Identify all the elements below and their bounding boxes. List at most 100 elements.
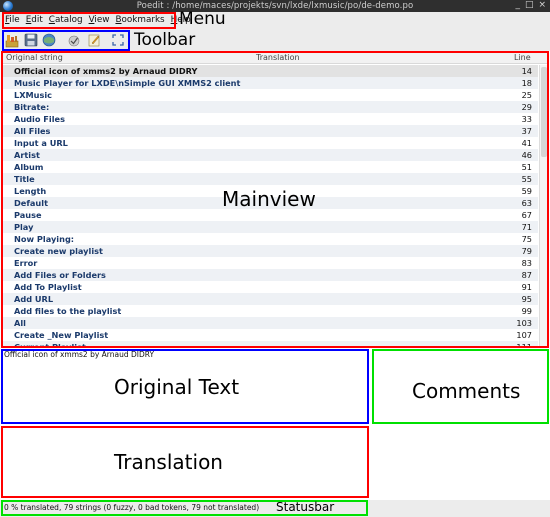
column-translation[interactable]: Translation bbox=[256, 53, 300, 62]
row-original-string: Default bbox=[14, 198, 48, 208]
table-row[interactable]: Create _New Playlist 107 bbox=[2, 329, 538, 341]
menu-label-rest: ookmarks bbox=[121, 15, 165, 25]
save-icon[interactable] bbox=[23, 32, 39, 48]
original-text-content: Official icon of xmms2 by Arnaud DIDRY bbox=[4, 350, 155, 359]
row-line-number: 46 bbox=[521, 150, 532, 160]
row-original-string: Create new playlist bbox=[14, 246, 103, 256]
menu-annotation-label: Menu bbox=[179, 9, 226, 29]
row-original-string: Add files to the playlist bbox=[14, 306, 122, 316]
validate-icon[interactable] bbox=[66, 32, 82, 48]
menu-label-rest: ile bbox=[9, 15, 20, 25]
scrollbar-thumb[interactable] bbox=[541, 67, 547, 157]
row-line-number: 91 bbox=[521, 282, 532, 292]
toolbar-annotation-label: Toolbar bbox=[134, 30, 196, 50]
table-row[interactable]: Current Playlist 111 bbox=[2, 341, 538, 346]
menu-items: File Edit Catalog View Bookmarks Help bbox=[2, 14, 194, 27]
table-row[interactable]: Bitrate: 29 bbox=[2, 101, 538, 113]
toolbar bbox=[0, 29, 550, 51]
minimize-button[interactable]: _ bbox=[515, 0, 520, 10]
row-original-string: LXMusic bbox=[14, 90, 53, 100]
row-line-number: 87 bbox=[521, 270, 532, 280]
row-original-string: Official icon of xmms2 by Arnaud DIDRY bbox=[14, 66, 198, 76]
original-text-annotation-label: Original Text bbox=[114, 375, 240, 399]
list-scrollbar[interactable] bbox=[539, 65, 548, 346]
row-original-string: All bbox=[14, 318, 26, 328]
row-line-number: 79 bbox=[521, 246, 532, 256]
row-line-number: 25 bbox=[521, 90, 532, 100]
row-original-string: Audio Files bbox=[14, 114, 65, 124]
menu-label-rest: atalog bbox=[54, 15, 83, 25]
table-row[interactable]: Add files to the playlist 99 bbox=[2, 305, 538, 317]
row-original-string: Input a URL bbox=[14, 138, 68, 148]
row-original-string: Error bbox=[14, 258, 38, 268]
table-row[interactable]: Add URL 95 bbox=[2, 293, 538, 305]
table-row[interactable]: Now Playing: 75 bbox=[2, 233, 538, 245]
column-original-string[interactable]: Original string bbox=[6, 53, 63, 62]
row-line-number: 99 bbox=[521, 306, 532, 316]
row-original-string: Length bbox=[14, 186, 47, 196]
menu-bar: File Edit Catalog View Bookmarks Help bbox=[0, 12, 550, 29]
table-row[interactable]: LXMusic 25 bbox=[2, 89, 538, 101]
menu-bookmarks[interactable]: Bookmarks bbox=[112, 14, 167, 27]
table-row[interactable]: Music Player for LXDE\nSimple GUI XMMS2 … bbox=[2, 77, 538, 89]
menu-edit[interactable]: Edit bbox=[23, 14, 46, 27]
status-text: 0 % translated, 79 strings (0 fuzzy, 0 b… bbox=[4, 503, 260, 512]
row-original-string: Now Playing: bbox=[14, 234, 75, 244]
maximize-button[interactable]: □ bbox=[525, 0, 534, 10]
statusbar-annotation-label: Statusbar bbox=[276, 500, 335, 514]
window-controls: _ □ × bbox=[515, 0, 546, 10]
table-row[interactable]: Album 51 bbox=[2, 161, 538, 173]
edit-comment-icon[interactable] bbox=[86, 32, 102, 48]
list-header: Original string Translation Line bbox=[2, 52, 548, 64]
row-original-string: Bitrate: bbox=[14, 102, 50, 112]
comments-annotation-label: Comments bbox=[412, 379, 521, 403]
mainview-annotation-label: Mainview bbox=[222, 187, 316, 211]
menu-catalog[interactable]: Catalog bbox=[46, 14, 86, 27]
fullscreen-icon[interactable] bbox=[110, 32, 126, 48]
row-original-string: Create _New Playlist bbox=[14, 330, 109, 340]
row-line-number: 59 bbox=[521, 186, 532, 196]
row-original-string: Music Player for LXDE\nSimple GUI XMMS2 … bbox=[14, 78, 241, 88]
row-original-string: Add To Playlist bbox=[14, 282, 82, 292]
row-line-number: 75 bbox=[521, 234, 532, 244]
table-row[interactable]: Artist 46 bbox=[2, 149, 538, 161]
update-catalog-icon[interactable] bbox=[41, 32, 57, 48]
menu-file[interactable]: File bbox=[2, 14, 23, 27]
row-line-number: 29 bbox=[521, 102, 532, 112]
row-original-string: Artist bbox=[14, 150, 40, 160]
table-row[interactable]: Create new playlist 79 bbox=[2, 245, 538, 257]
table-row[interactable]: Official icon of xmms2 by Arnaud DIDRY 14 bbox=[2, 65, 538, 77]
table-row[interactable]: Input a URL 41 bbox=[2, 137, 538, 149]
table-row[interactable]: All Files 37 bbox=[2, 125, 538, 137]
row-original-string: Title bbox=[14, 174, 35, 184]
row-original-string: Add URL bbox=[14, 294, 54, 304]
row-line-number: 55 bbox=[521, 174, 532, 184]
open-folder-icon[interactable] bbox=[4, 32, 20, 48]
status-bar: 0 % translated, 79 strings (0 fuzzy, 0 b… bbox=[0, 500, 550, 517]
row-original-string: Add Files or Folders bbox=[14, 270, 106, 280]
row-line-number: 103 bbox=[516, 318, 532, 328]
table-row[interactable]: Title 55 bbox=[2, 173, 538, 185]
row-line-number: 41 bbox=[521, 138, 532, 148]
row-original-string: All Files bbox=[14, 126, 51, 136]
row-original-string: Pause bbox=[14, 210, 42, 220]
row-line-number: 14 bbox=[521, 66, 532, 76]
column-line[interactable]: Line bbox=[514, 53, 531, 62]
table-row[interactable]: Add Files or Folders 87 bbox=[2, 269, 538, 281]
table-row[interactable]: Audio Files 33 bbox=[2, 113, 538, 125]
row-line-number: 63 bbox=[521, 198, 532, 208]
close-button[interactable]: × bbox=[538, 0, 546, 10]
menu-label-rest: iew bbox=[94, 15, 110, 25]
row-line-number: 95 bbox=[521, 294, 532, 304]
row-line-number: 83 bbox=[521, 258, 532, 268]
row-line-number: 33 bbox=[521, 114, 532, 124]
row-line-number: 18 bbox=[521, 78, 532, 88]
table-row[interactable]: Add To Playlist 91 bbox=[2, 281, 538, 293]
table-row[interactable]: All 103 bbox=[2, 317, 538, 329]
row-line-number: 107 bbox=[516, 330, 532, 340]
menu-view[interactable]: View bbox=[86, 14, 113, 27]
table-row[interactable]: Error 83 bbox=[2, 257, 538, 269]
title-bar: Poedit : /home/maces/projekts/svn/lxde/l… bbox=[0, 0, 550, 12]
row-line-number: 37 bbox=[521, 126, 532, 136]
table-row[interactable]: Play 71 bbox=[2, 221, 538, 233]
